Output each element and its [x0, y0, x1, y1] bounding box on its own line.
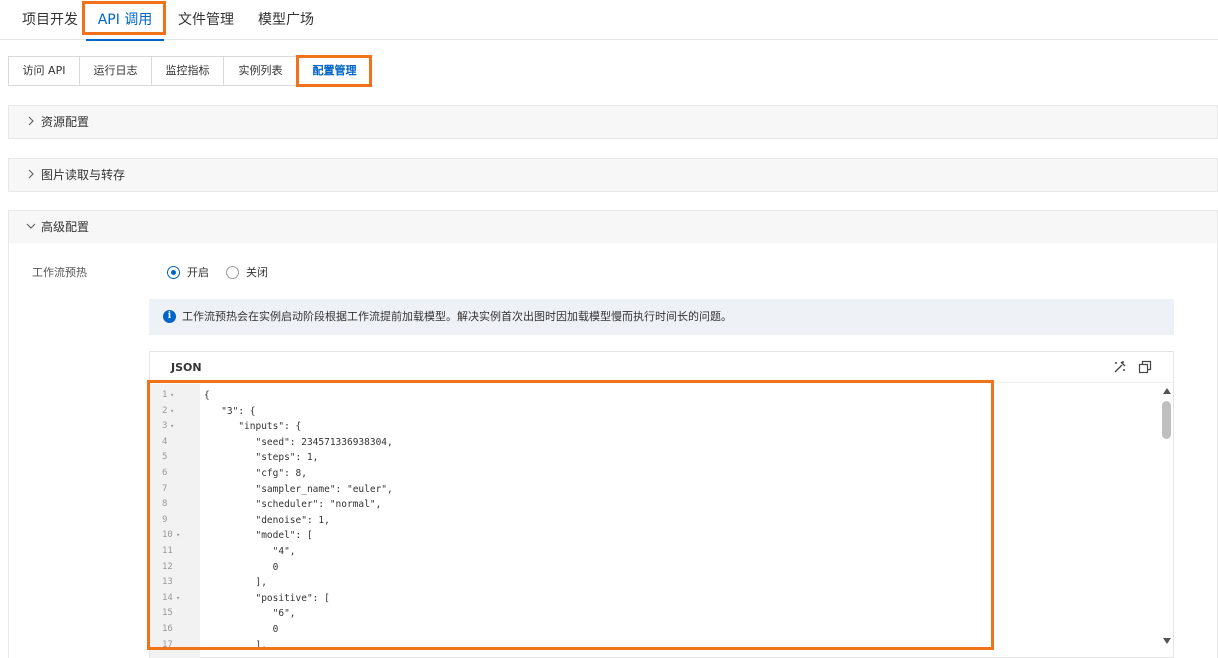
line-number: 14 ▾	[150, 591, 200, 607]
line-number-text: 15	[162, 608, 173, 619]
code-line: "seed": 234571336938304,	[204, 436, 393, 448]
chevron-right-icon	[28, 116, 34, 126]
info-alert: i 工作流预热会在实例启动阶段根据工作流提前加载模型。解决实例首次出图时因加载模…	[149, 299, 1174, 335]
panel-resource-config[interactable]: 资源配置	[8, 105, 1218, 139]
code-line: "scheduler": "normal",	[204, 499, 382, 511]
workflow-preheat-label: 工作流预热	[32, 266, 87, 279]
line-number-text: 10	[162, 530, 173, 541]
line-number: 15	[150, 606, 200, 622]
code-line: "positive": [	[204, 592, 330, 604]
code-line: "cfg": 8,	[204, 468, 307, 479]
line-number: 1 ▾	[150, 388, 200, 404]
line-number: 4	[150, 435, 200, 451]
panel-image-read-store[interactable]: 图片读取与转存	[8, 158, 1218, 192]
line-number-text: 7	[162, 483, 168, 494]
radio-label: 开启	[187, 266, 209, 279]
line-number-text: 3	[162, 421, 168, 432]
line-number: 6	[150, 466, 200, 482]
code-line: "4",	[204, 546, 296, 557]
line-number-text: 6	[162, 468, 168, 478]
fold-toggle-icon[interactable]: ▾	[170, 404, 174, 420]
fold-toggle-icon[interactable]: ▾	[176, 528, 180, 544]
line-number: 5	[150, 450, 200, 466]
line-number: 17	[150, 638, 200, 654]
code-area[interactable]: { "3": { "inputs": { "seed": 23457133693…	[200, 384, 1160, 658]
info-icon: i	[163, 310, 176, 323]
code-line: 0	[204, 624, 279, 635]
scroll-thumb[interactable]	[1162, 401, 1171, 439]
line-number-text: 4	[162, 436, 168, 447]
tab-project-dev[interactable]: 项目开发	[22, 0, 78, 40]
line-number-text: 14	[162, 592, 173, 603]
code-line: {	[204, 390, 210, 401]
panel-title: 资源配置	[41, 115, 90, 129]
line-number: 9	[150, 513, 200, 529]
editor-header: JSON	[150, 352, 1173, 383]
editor-scrollbar[interactable]	[1160, 384, 1174, 658]
fold-toggle-icon[interactable]: ▾	[170, 388, 174, 404]
code-line: "model": [	[204, 530, 313, 542]
chevron-right-icon	[28, 169, 34, 179]
radio-unchecked-icon	[226, 266, 239, 279]
tab-api-call[interactable]: API 调用	[86, 0, 164, 41]
subtab-monitoring[interactable]: 监控指标	[151, 56, 224, 86]
subtab-config-management[interactable]: 配置管理	[297, 56, 372, 86]
format-icon[interactable]	[1113, 360, 1127, 374]
line-number: 2 ▾	[150, 404, 200, 420]
scroll-down-icon[interactable]	[1163, 638, 1171, 644]
top-tab-bar: 项目开发 API 调用 文件管理 模型广场	[0, 0, 1218, 41]
code-line: "3": {	[204, 405, 256, 417]
chevron-down-icon	[26, 223, 36, 229]
code-line: "denoise": 1,	[204, 514, 330, 526]
line-number-text: 8	[162, 499, 168, 510]
page: 项目开发 API 调用 文件管理 模型广场 访问 API 运行日志 监控指标 实…	[0, 0, 1218, 658]
line-number: 12	[150, 560, 200, 576]
line-number: 10 ▾	[150, 528, 200, 544]
line-number-text: 2	[162, 405, 168, 416]
panel-advanced-config[interactable]: 高级配置	[8, 210, 1218, 244]
code-line: "6",	[204, 608, 296, 620]
fold-toggle-icon[interactable]: ▾	[176, 591, 180, 607]
code-line: "inputs": {	[204, 421, 302, 433]
fullscreen-icon[interactable]	[1138, 360, 1152, 374]
editor-title: JSON	[171, 361, 202, 374]
panel-title: 高级配置	[41, 220, 90, 234]
panel-title: 图片读取与转存	[41, 168, 126, 182]
line-number-text: 12	[162, 561, 173, 572]
fold-toggle-icon[interactable]: ▾	[170, 419, 174, 435]
tab-file-management[interactable]: 文件管理	[178, 0, 234, 40]
info-text: 工作流预热会在实例启动阶段根据工作流提前加载模型。解决实例首次出图时因加载模型慢…	[182, 310, 732, 323]
line-number: 3 ▾	[150, 419, 200, 435]
line-number-gutter: 1 ▾ 2 ▾ 3 ▾ 4 5 6 7 8 9 10 ▾ 11 12 13 14 ▾ 15 16 17	[150, 384, 200, 658]
code-line: "sampler_name": "euler",	[204, 483, 393, 495]
radio-label: 关闭	[246, 266, 268, 279]
subtab-run-logs[interactable]: 运行日志	[79, 56, 152, 86]
line-number: 11	[150, 544, 200, 560]
line-number: 7	[150, 482, 200, 498]
line-number-text: 17	[162, 639, 173, 650]
tab-model-square[interactable]: 模型广场	[258, 0, 314, 40]
line-number-text: 11	[162, 546, 173, 556]
line-number: 16	[150, 622, 200, 638]
radio-checked-icon	[167, 266, 180, 279]
code-line: "steps": 1,	[204, 452, 319, 464]
scroll-up-icon[interactable]	[1163, 388, 1171, 394]
subtab-instance-list[interactable]: 实例列表	[223, 56, 298, 86]
line-number-text: 9	[162, 514, 168, 525]
line-number-text: 5	[162, 452, 168, 463]
subtab-access-api[interactable]: 访问 API	[8, 56, 80, 86]
line-number-text: 1	[162, 390, 168, 400]
json-editor: JSON 1 ▾ 2 ▾ 3 ▾ 4 5 6 7 8 9 10 ▾ 11 12 13 14 ▾ 15 16 17 { "3…	[149, 351, 1174, 658]
line-number: 8	[150, 497, 200, 513]
line-number-text: 16	[162, 624, 173, 634]
code-line: 0	[204, 561, 279, 573]
code-line: ],	[204, 577, 267, 589]
line-number-text: 13	[162, 577, 173, 588]
code-line: ],	[204, 639, 267, 651]
line-number: 13	[150, 575, 200, 591]
